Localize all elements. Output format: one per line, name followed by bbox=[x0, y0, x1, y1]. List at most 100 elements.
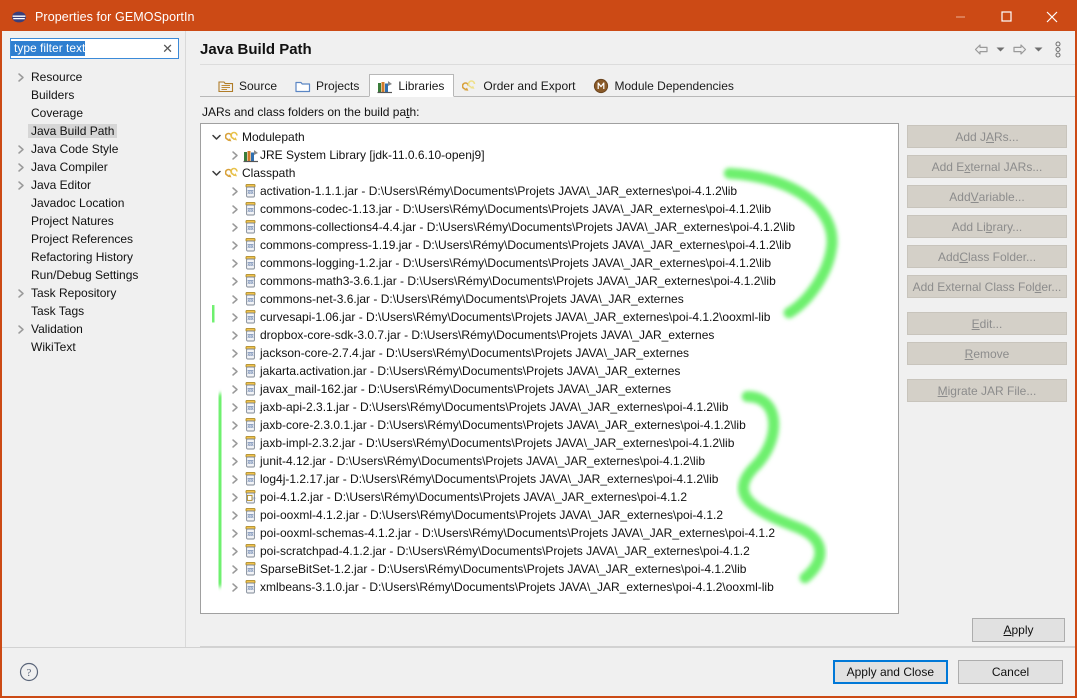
clear-filter-icon[interactable]: ✕ bbox=[162, 41, 173, 56]
chevron-right-icon[interactable] bbox=[227, 222, 242, 233]
chevron-right-icon[interactable] bbox=[14, 324, 28, 335]
chevron-right-icon[interactable] bbox=[14, 162, 28, 173]
sidebar-item-task-tags[interactable]: Task Tags bbox=[2, 302, 185, 320]
chevron-right-icon[interactable] bbox=[227, 186, 242, 197]
build-path-row[interactable]: 010 curvesapi-1.06.jar - D:\Users\Rémy\Do… bbox=[201, 308, 898, 326]
build-path-row[interactable]: Modulepath bbox=[201, 128, 898, 146]
migrate-jar-file-button[interactable]: Migrate JAR File... bbox=[907, 379, 1067, 402]
add-jars-button[interactable]: Add J A Rs... bbox=[907, 125, 1067, 148]
chevron-right-icon[interactable] bbox=[227, 420, 242, 431]
add-external-class-folder-button[interactable]: Add External Class Fol d er... bbox=[907, 275, 1067, 298]
tab-projects[interactable]: Projects bbox=[287, 74, 369, 97]
build-path-tree[interactable]: Modulepath JRE System Library [jdk-11.0.6… bbox=[200, 123, 899, 614]
sidebar-item-javadoc-location[interactable]: Javadoc Location bbox=[2, 194, 185, 212]
close-button[interactable] bbox=[1029, 2, 1075, 31]
help-icon[interactable]: ? bbox=[18, 661, 40, 683]
build-path-row[interactable]: JRE System Library [jdk-11.0.6.10-openj9… bbox=[201, 146, 898, 164]
chevron-right-icon[interactable] bbox=[14, 288, 28, 299]
add-variable-button[interactable]: Add Variable... bbox=[907, 185, 1067, 208]
build-path-row[interactable]: 010 poi-scratchpad-4.1.2.jar - D:\Users\R… bbox=[201, 542, 898, 560]
sidebar-item-validation[interactable]: Validation bbox=[2, 320, 185, 338]
chevron-right-icon[interactable] bbox=[227, 348, 242, 359]
chevron-right-icon[interactable] bbox=[227, 546, 242, 557]
build-path-row[interactable]: 010 jaxb-core-2.3.0.1.jar - D:\Users\Rémy… bbox=[201, 416, 898, 434]
build-path-row[interactable]: 010 junit-4.12.jar - D:\Users\Rémy\Docume… bbox=[201, 452, 898, 470]
chevron-right-icon[interactable] bbox=[227, 582, 242, 593]
chevron-right-icon[interactable] bbox=[227, 258, 242, 269]
chevron-right-icon[interactable] bbox=[227, 456, 242, 467]
tab-order-and-export[interactable]: Order and Export bbox=[454, 74, 585, 97]
build-path-row[interactable]: 010 dropbox-core-sdk-3.0.7.jar - D:\Users… bbox=[201, 326, 898, 344]
build-path-row[interactable]: 010 commons-collections4-4.4.jar - D:\Use… bbox=[201, 218, 898, 236]
sidebar-item-project-natures[interactable]: Project Natures bbox=[2, 212, 185, 230]
chevron-right-icon[interactable] bbox=[14, 180, 28, 191]
chevron-right-icon[interactable] bbox=[227, 366, 242, 377]
tab-source[interactable]: Source bbox=[210, 74, 287, 97]
chevron-right-icon[interactable] bbox=[227, 312, 242, 323]
build-path-row[interactable]: 10 poi-4.1.2.jar - D:\Users\Rémy\Document… bbox=[201, 488, 898, 506]
sidebar-item-builders[interactable]: Builders bbox=[2, 86, 185, 104]
sidebar-item-java-build-path[interactable]: Java Build Path bbox=[2, 122, 185, 140]
chevron-right-icon[interactable] bbox=[227, 150, 242, 161]
chevron-right-icon[interactable] bbox=[227, 564, 242, 575]
build-path-row[interactable]: 010 jaxb-impl-2.3.2.jar - D:\Users\Rémy\D… bbox=[201, 434, 898, 452]
back-arrow-icon[interactable] bbox=[972, 39, 991, 61]
tab-libraries[interactable]: Libraries bbox=[369, 74, 455, 97]
chevron-right-icon[interactable] bbox=[14, 144, 28, 155]
forward-menu-chevron-down-icon[interactable] bbox=[1029, 39, 1048, 61]
chevron-right-icon[interactable] bbox=[227, 240, 242, 251]
sidebar-item-task-repository[interactable]: Task Repository bbox=[2, 284, 185, 302]
sidebar-item-java-compiler[interactable]: Java Compiler bbox=[2, 158, 185, 176]
chevron-right-icon[interactable] bbox=[227, 474, 242, 485]
chevron-right-icon[interactable] bbox=[227, 492, 242, 503]
vertical-dots-icon[interactable] bbox=[1048, 39, 1067, 61]
chevron-right-icon[interactable] bbox=[227, 402, 242, 413]
chevron-right-icon[interactable] bbox=[227, 384, 242, 395]
build-path-row[interactable]: 010 jaxb-api-2.3.1.jar - D:\Users\Rémy\Do… bbox=[201, 398, 898, 416]
chevron-right-icon[interactable] bbox=[14, 72, 28, 83]
remove-button[interactable]: Remove bbox=[907, 342, 1067, 365]
chevron-right-icon[interactable] bbox=[227, 276, 242, 287]
add-library-button[interactable]: Add Li b rary... bbox=[907, 215, 1067, 238]
build-path-row[interactable]: 010 commons-codec-1.13.jar - D:\Users\Rém… bbox=[201, 200, 898, 218]
chevron-right-icon[interactable] bbox=[227, 510, 242, 521]
build-path-row[interactable]: 010 commons-logging-1.2.jar - D:\Users\Ré… bbox=[201, 254, 898, 272]
apply-button[interactable]: Apply bbox=[972, 618, 1065, 642]
build-path-row[interactable]: 010 javax_mail-162.jar - D:\Users\Rémy\Do… bbox=[201, 380, 898, 398]
cancel-button[interactable]: Cancel bbox=[958, 660, 1063, 684]
build-path-row[interactable]: 010 xmlbeans-3.1.0.jar - D:\Users\Rémy\Do… bbox=[201, 578, 898, 596]
edit-button[interactable]: Edit... bbox=[907, 312, 1067, 335]
sidebar-item-wikitext[interactable]: WikiText bbox=[2, 338, 185, 356]
build-path-row[interactable]: 010 jakarta.activation.jar - D:\Users\Rém… bbox=[201, 362, 898, 380]
build-path-row[interactable]: 010 poi-ooxml-schemas-4.1.2.jar - D:\User… bbox=[201, 524, 898, 542]
build-path-row[interactable]: 010 commons-math3-3.6.1.jar - D:\Users\Ré… bbox=[201, 272, 898, 290]
filter-input[interactable]: type filter text bbox=[11, 41, 86, 56]
apply-and-close-button[interactable]: Apply and Close bbox=[832, 660, 948, 684]
chevron-down-icon[interactable] bbox=[209, 132, 224, 142]
maximize-button[interactable] bbox=[983, 2, 1029, 31]
sidebar-item-refactoring-history[interactable]: Refactoring History bbox=[2, 248, 185, 266]
build-path-row[interactable]: Classpath bbox=[201, 164, 898, 182]
chevron-down-icon[interactable] bbox=[209, 168, 224, 178]
tab-module-dependencies[interactable]: Module Dependencies bbox=[585, 74, 743, 97]
build-path-row[interactable]: 010 poi-ooxml-4.1.2.jar - D:\Users\Rémy\D… bbox=[201, 506, 898, 524]
build-path-row[interactable]: 010 log4j-1.2.17.jar - D:\Users\Rémy\Docu… bbox=[201, 470, 898, 488]
minimize-button[interactable] bbox=[937, 2, 983, 31]
build-path-row[interactable]: 010 activation-1.1.1.jar - D:\Users\Rémy\… bbox=[201, 182, 898, 200]
build-path-row[interactable]: 010 jackson-core-2.7.4.jar - D:\Users\Rém… bbox=[201, 344, 898, 362]
build-path-row[interactable]: 010 SparseBitSet-1.2.jar - D:\Users\Rémy\… bbox=[201, 560, 898, 578]
sidebar-item-coverage[interactable]: Coverage bbox=[2, 104, 185, 122]
chevron-right-icon[interactable] bbox=[227, 438, 242, 449]
sidebar-item-java-editor[interactable]: Java Editor bbox=[2, 176, 185, 194]
build-path-row[interactable]: 010 commons-compress-1.19.jar - D:\Users\… bbox=[201, 236, 898, 254]
add-external-jars-button[interactable]: Add Ex ternal JARs... bbox=[907, 155, 1067, 178]
sidebar-item-resource[interactable]: Resource bbox=[2, 68, 185, 86]
build-path-row[interactable]: 010 commons-net-3.6.jar - D:\Users\Rémy\D… bbox=[201, 290, 898, 308]
chevron-right-icon[interactable] bbox=[227, 204, 242, 215]
chevron-right-icon[interactable] bbox=[227, 528, 242, 539]
sidebar-item-run-debug-settings[interactable]: Run/Debug Settings bbox=[2, 266, 185, 284]
sidebar-item-java-code-style[interactable]: Java Code Style bbox=[2, 140, 185, 158]
add-class-folder-button[interactable]: Add Class Folder... bbox=[907, 245, 1067, 268]
back-menu-chevron-down-icon[interactable] bbox=[991, 39, 1010, 61]
sidebar-item-project-references[interactable]: Project References bbox=[2, 230, 185, 248]
